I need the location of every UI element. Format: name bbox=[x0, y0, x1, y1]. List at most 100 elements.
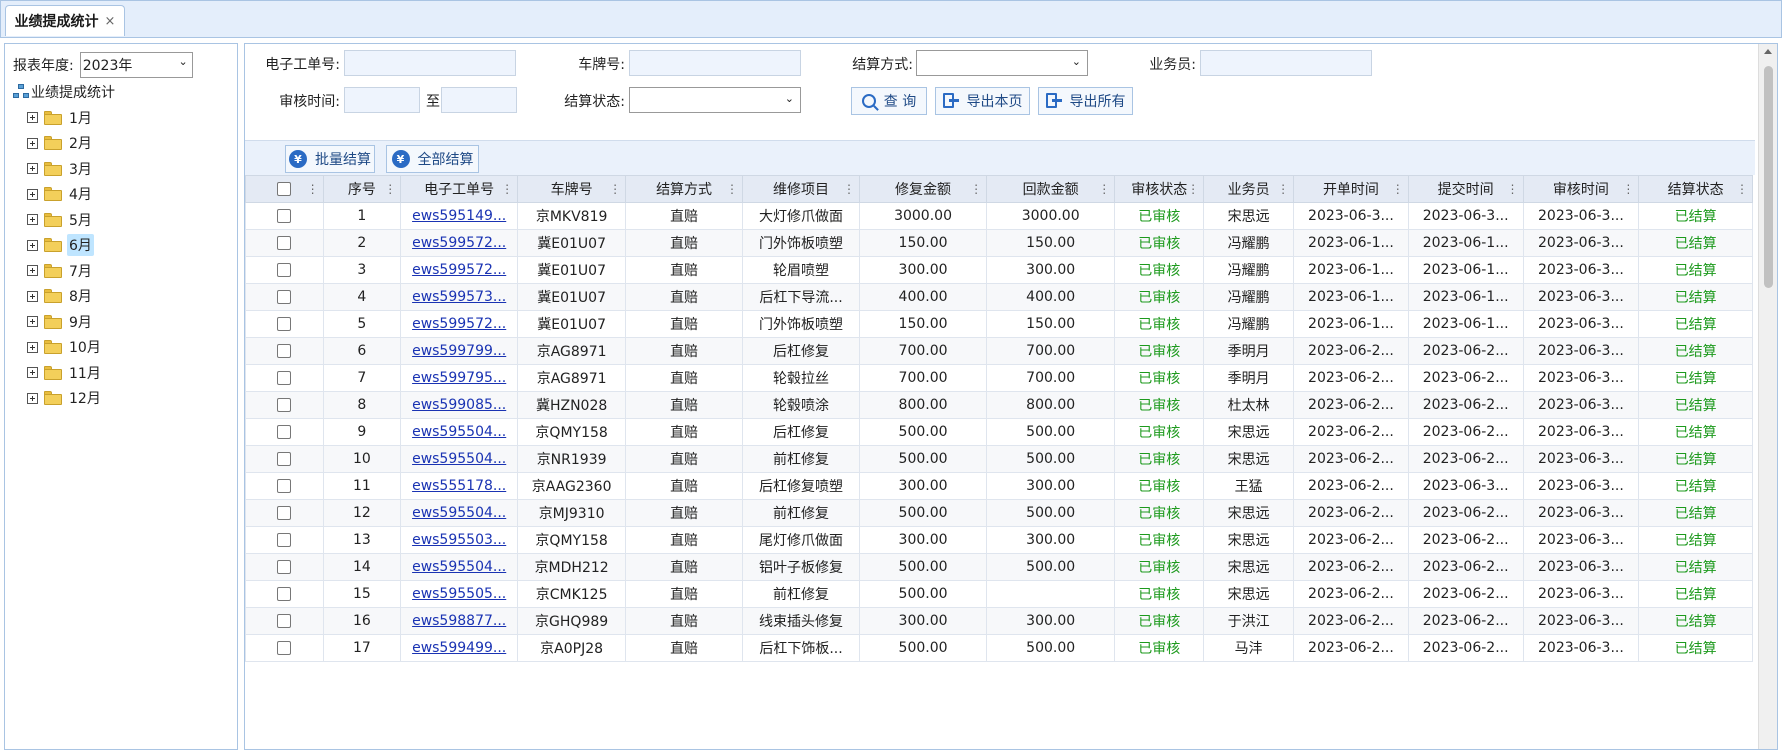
row-checkbox[interactable] bbox=[277, 641, 292, 655]
column-header[interactable]: 维修项目 ⋮ bbox=[742, 175, 860, 203]
cell-text[interactable]: ews595503... bbox=[412, 532, 506, 548]
tree-item-month[interactable]: 8月 bbox=[27, 284, 103, 310]
tree-item-month[interactable]: 11月 bbox=[27, 360, 103, 386]
cell-text[interactable]: ews598877... bbox=[412, 613, 506, 629]
settle-status-select[interactable]: ⌄ bbox=[629, 87, 801, 113]
row-select-cell[interactable] bbox=[245, 634, 324, 662]
row-select-cell[interactable] bbox=[245, 391, 324, 419]
column-header[interactable]: 结算状态 ⋮ bbox=[1638, 175, 1753, 203]
expand-icon[interactable] bbox=[27, 214, 38, 226]
order-no-link[interactable]: ews599795... bbox=[400, 364, 519, 392]
tree-item-month[interactable]: 2月 bbox=[27, 131, 103, 157]
cell-text[interactable]: ews595504... bbox=[412, 424, 506, 440]
tree-root[interactable]: 业绩提成统计 bbox=[13, 82, 115, 102]
row-select-cell[interactable] bbox=[245, 553, 324, 581]
column-resize-icon[interactable]: ⋮ bbox=[726, 182, 738, 196]
row-select-cell[interactable] bbox=[245, 256, 324, 284]
tree-item-month[interactable]: 7月 bbox=[27, 258, 103, 284]
cell-text[interactable]: ews595149... bbox=[412, 208, 506, 224]
column-resize-icon[interactable]: ⋮ bbox=[609, 182, 621, 196]
order-no-link[interactable]: ews599499... bbox=[400, 634, 519, 662]
expand-icon[interactable] bbox=[27, 188, 38, 200]
vertical-scrollbar[interactable] bbox=[1758, 44, 1777, 749]
column-header[interactable]: 结算方式 ⋮ bbox=[625, 175, 744, 203]
scroll-up-arrow-icon[interactable] bbox=[1764, 49, 1772, 54]
expand-icon[interactable] bbox=[27, 367, 38, 379]
export-all-button[interactable]: 导出所有 bbox=[1038, 87, 1133, 115]
row-checkbox[interactable] bbox=[277, 209, 292, 223]
cell-text[interactable]: ews599572... bbox=[412, 262, 506, 278]
expand-icon[interactable] bbox=[27, 316, 38, 328]
expand-icon[interactable] bbox=[27, 392, 38, 404]
cell-text[interactable]: ews595504... bbox=[412, 559, 506, 575]
year-select[interactable]: 2023年 ⌄ bbox=[79, 52, 193, 78]
table-row[interactable]: 9 ews595504... 京QMY158 直赔 后杠修复 500.00 500.00 已审… bbox=[245, 418, 1753, 446]
column-resize-icon[interactable]: ⋮ bbox=[970, 182, 982, 196]
tree-item-month[interactable]: 4月 bbox=[27, 182, 103, 208]
order-no-link[interactable]: ews595504... bbox=[400, 553, 519, 581]
salesman-input[interactable] bbox=[1200, 50, 1372, 76]
row-checkbox[interactable] bbox=[277, 614, 292, 628]
column-resize-icon[interactable]: ⋮ bbox=[384, 182, 396, 196]
expand-icon[interactable] bbox=[27, 163, 38, 175]
column-resize-icon[interactable]: ⋮ bbox=[1187, 182, 1199, 196]
row-select-cell[interactable] bbox=[245, 337, 324, 365]
tree-item-month[interactable]: 1月 bbox=[27, 105, 103, 131]
table-row[interactable]: 3 ews599572... 冀E01U07 直赔 轮眉喷塑 300.00 300.00 已审… bbox=[245, 256, 1753, 284]
column-header[interactable]: 车牌号 ⋮ bbox=[517, 175, 627, 203]
column-header[interactable]: 电子工单号 ⋮ bbox=[400, 175, 519, 203]
cell-text[interactable]: ews595504... bbox=[412, 451, 506, 467]
column-resize-icon[interactable]: ⋮ bbox=[1736, 182, 1748, 196]
column-header[interactable]: 审核时间 ⋮ bbox=[1522, 175, 1640, 203]
table-row[interactable]: 11 ews555178... 京AAG2360 直赔 后杠修复喷塑 300.00 300.… bbox=[245, 472, 1753, 500]
row-checkbox[interactable] bbox=[277, 263, 292, 277]
cell-text[interactable]: ews595505... bbox=[412, 586, 506, 602]
tree-item-month[interactable]: 5月 bbox=[27, 207, 103, 233]
column-header[interactable]: 修复金额 ⋮ bbox=[858, 175, 988, 203]
order-no-link[interactable]: ews599572... bbox=[400, 310, 519, 338]
column-resize-icon[interactable]: ⋮ bbox=[843, 182, 855, 196]
table-row[interactable]: 6 ews599799... 京AG8971 直赔 后杠修复 700.00 700.00 已审… bbox=[245, 337, 1753, 365]
table-row[interactable]: 17 ews599499... 京A0PJ28 直赔 后杠下饰板... 500.00 500… bbox=[245, 634, 1753, 662]
all-settle-button[interactable]: ¥ 全部结算 bbox=[386, 145, 479, 173]
table-row[interactable]: 10 ews595504... 京NR1939 直赔 前杠修复 500.00 500.00 已… bbox=[245, 445, 1753, 473]
cell-text[interactable]: ews599799... bbox=[412, 343, 506, 359]
audit-time-start[interactable] bbox=[344, 87, 420, 113]
column-header[interactable]: 开单时间 ⋮ bbox=[1293, 175, 1409, 203]
row-select-cell[interactable] bbox=[245, 499, 324, 527]
settle-method-select[interactable]: ⌄ bbox=[916, 50, 1088, 76]
row-checkbox[interactable] bbox=[277, 344, 292, 358]
scroll-thumb[interactable] bbox=[1764, 66, 1773, 288]
row-checkbox[interactable] bbox=[277, 560, 292, 574]
column-resize-icon[interactable]: ⋮ bbox=[1622, 182, 1634, 196]
tree-item-month[interactable]: 12月 bbox=[27, 386, 103, 412]
cell-text[interactable]: ews555178... bbox=[412, 478, 506, 494]
order-no-link[interactable]: ews555178... bbox=[400, 472, 519, 500]
row-checkbox[interactable] bbox=[277, 587, 292, 601]
row-checkbox[interactable] bbox=[277, 533, 292, 547]
column-header[interactable]: 回款金额 ⋮ bbox=[986, 175, 1116, 203]
row-select-cell[interactable] bbox=[245, 283, 324, 311]
order-no-link[interactable]: ews595503... bbox=[400, 526, 519, 554]
cell-text[interactable]: ews599499... bbox=[412, 640, 506, 656]
table-row[interactable]: 1 ews595149... 京MKV819 直赔 大灯修爪做面 3000.00 3000.… bbox=[245, 202, 1753, 230]
table-row[interactable]: 2 ews599572... 冀E01U07 直赔 门外饰板喷塑 150.00 150.00… bbox=[245, 229, 1753, 257]
column-header[interactable]: 审核状态 ⋮ bbox=[1114, 175, 1205, 203]
cell-text[interactable]: ews595504... bbox=[412, 505, 506, 521]
row-select-cell[interactable] bbox=[245, 364, 324, 392]
column-resize-icon[interactable]: ⋮ bbox=[1098, 182, 1110, 196]
tab-performance-stats[interactable]: 业绩提成统计 × bbox=[5, 5, 125, 36]
table-row[interactable]: 12 ews595504... 京MJ9310 直赔 前杠修复 500.00 500.00 已… bbox=[245, 499, 1753, 527]
table-row[interactable]: 13 ews595503... 京QMY158 直赔 尾灯修爪做面 300.00 300.0… bbox=[245, 526, 1753, 554]
row-select-cell[interactable] bbox=[245, 445, 324, 473]
table-row[interactable]: 8 ews599085... 冀HZN028 直赔 轮毂喷涂 800.00 800.00 已审… bbox=[245, 391, 1753, 419]
tree-item-month[interactable]: 9月 bbox=[27, 309, 103, 335]
row-select-cell[interactable] bbox=[245, 580, 324, 608]
close-icon[interactable]: × bbox=[105, 14, 116, 29]
column-resize-icon[interactable]: ⋮ bbox=[1507, 182, 1519, 196]
row-select-cell[interactable] bbox=[245, 418, 324, 446]
table-row[interactable]: 5 ews599572... 冀E01U07 直赔 门外饰板喷塑 150.00 150.00… bbox=[245, 310, 1753, 338]
cell-text[interactable]: ews599572... bbox=[412, 235, 506, 251]
select-all-checkbox[interactable] bbox=[277, 182, 292, 196]
row-checkbox[interactable] bbox=[277, 479, 292, 493]
